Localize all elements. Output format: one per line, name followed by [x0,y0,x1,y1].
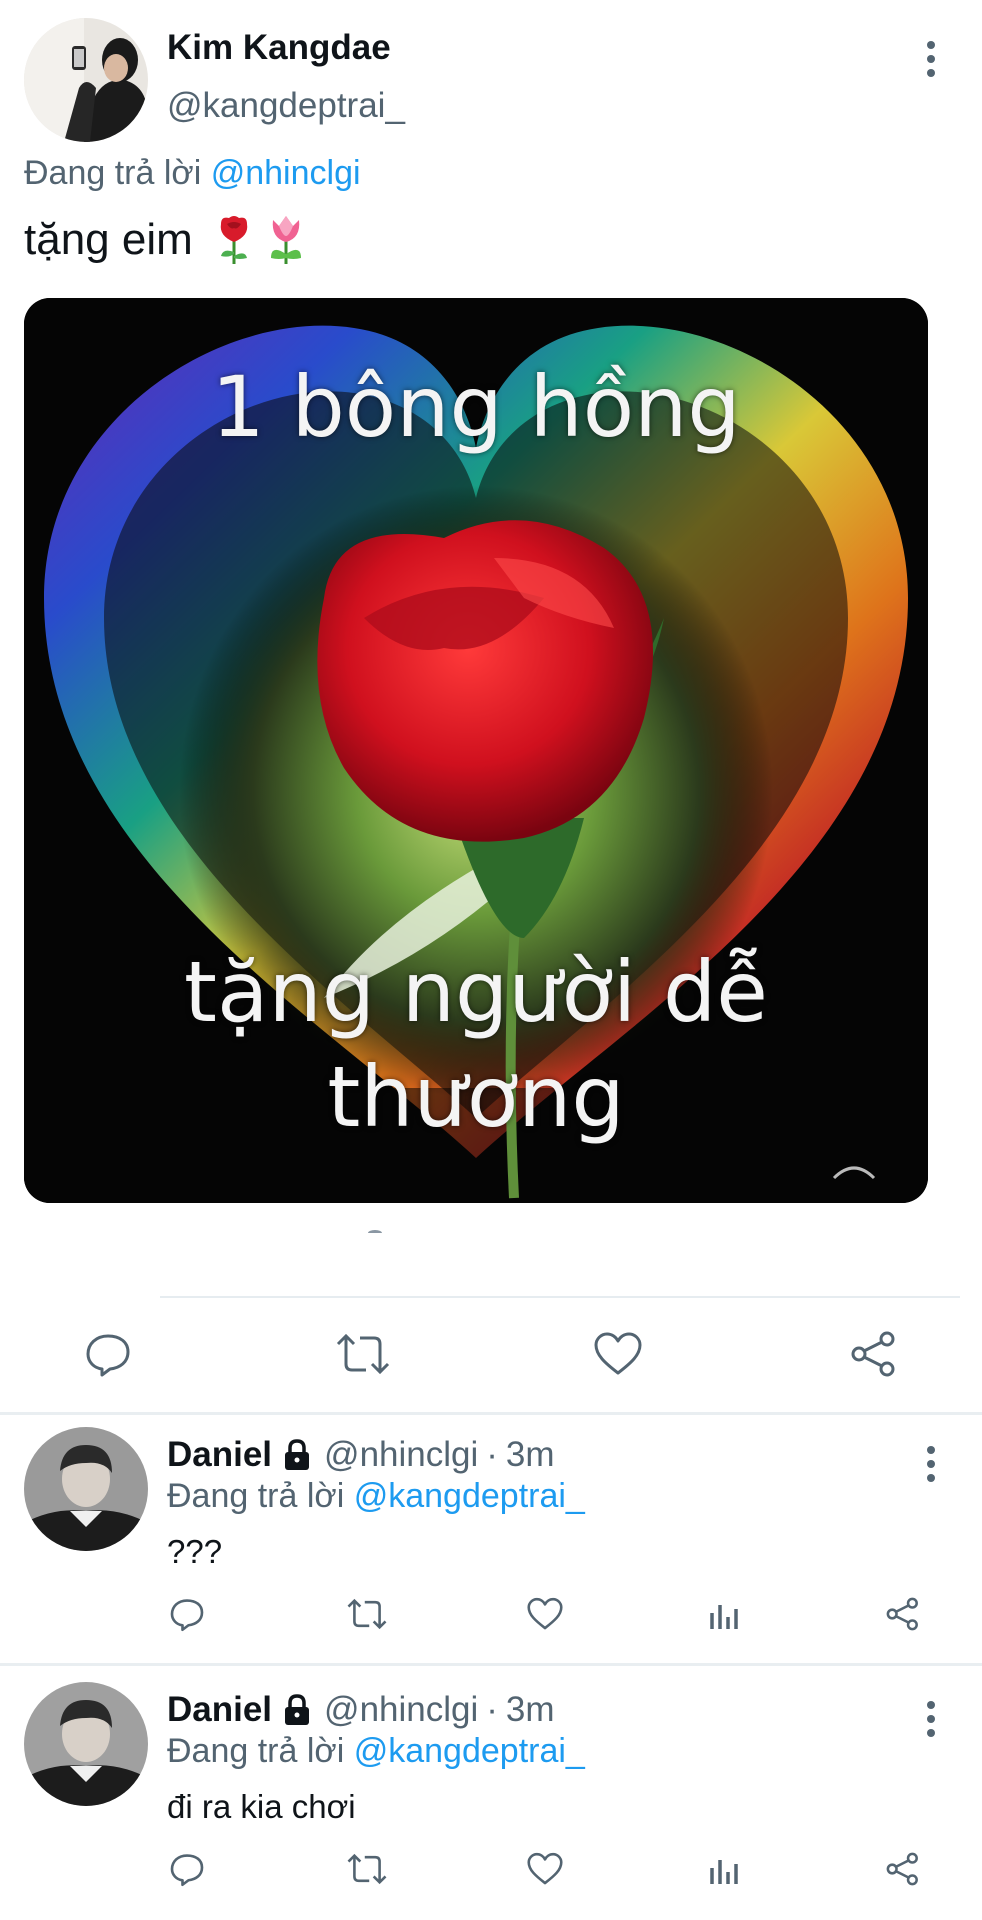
like-icon[interactable] [588,1324,648,1384]
image-caption-line1: 1 bông hồng [211,358,741,456]
reply-timestamp[interactable]: 3m [506,1435,555,1475]
lock-icon [280,1693,314,1727]
reply-avatar[interactable] [24,1682,148,1806]
tweet-text: tặng eim [24,214,307,266]
reply-tweet[interactable]: Daniel @nhinclgi · 3m Đang trả lời @kang… [0,1415,982,1663]
retweet-icon[interactable] [333,1324,393,1384]
reply-icon[interactable] [164,1591,210,1637]
tulip-icon [265,214,307,266]
reply-author-name[interactable]: Daniel [167,1435,272,1475]
reply-icon[interactable] [78,1324,138,1384]
reply-author-name[interactable]: Daniel [167,1690,272,1730]
reply-text: đi ra kia chơi [167,1788,356,1825]
reply-timestamp[interactable]: 3m [506,1690,555,1730]
like-icon[interactable] [522,1591,568,1637]
share-icon[interactable] [880,1846,926,1892]
replying-mention-link[interactable]: @kangdeptrai_ [354,1732,585,1770]
like-icon[interactable] [522,1846,568,1892]
divider [160,1296,960,1298]
analytics-icon[interactable] [702,1846,748,1892]
reply-header: Daniel @nhinclgi · 3m [167,1690,555,1730]
author-name[interactable]: Kim Kangdae [167,28,391,68]
tiny-mark [368,1230,382,1236]
replying-prefix: Đang trả lời [24,154,202,192]
tweet-text-content: tặng eim [24,215,193,264]
reply-header: Daniel @nhinclgi · 3m [167,1435,555,1475]
replying-prefix: Đang trả lời [167,1477,345,1515]
replying-prefix: Đang trả lời [167,1732,345,1770]
reply-avatar[interactable] [24,1427,148,1551]
author-avatar[interactable] [24,18,148,142]
reply-tweet[interactable]: Daniel @nhinclgi · 3m Đang trả lời @kang… [0,1666,982,1920]
replying-mention-link[interactable]: @kangdeptrai_ [354,1477,585,1515]
author-handle[interactable]: @kangdeptrai_ [167,86,405,126]
rose-icon [213,214,255,266]
replying-to: Đang trả lời @kangdeptrai_ [167,1732,585,1771]
tweet-image[interactable]: 1 bông hồng tặng người dễ thương [24,298,928,1203]
retweet-icon[interactable] [344,1846,390,1892]
image-caption-line3: thương [327,1048,625,1146]
reply-author-handle[interactable]: @nhinclgi [324,1435,478,1475]
more-options-icon[interactable] [916,1439,946,1489]
lock-icon [280,1438,314,1472]
replying-mention-link[interactable]: @nhinclgi [211,154,361,192]
more-options-icon[interactable] [916,1694,946,1744]
main-tweet: Kim Kangdae @kangdeptrai_ Đang trả lời @… [0,0,982,1412]
replying-to: Đang trả lời @kangdeptrai_ [167,1477,585,1516]
reply-author-handle[interactable]: @nhinclgi [324,1690,478,1730]
share-icon[interactable] [880,1591,926,1637]
more-options-icon[interactable] [916,34,946,84]
image-caption-line2: tặng người dễ [184,943,768,1041]
share-icon[interactable] [844,1324,904,1384]
retweet-icon[interactable] [344,1591,390,1637]
replying-to: Đang trả lời @nhinclgi [24,154,361,193]
analytics-icon[interactable] [702,1591,748,1637]
dot-separator: · [486,1690,498,1729]
reply-text: ??? [167,1533,223,1570]
dot-separator: · [486,1435,498,1474]
reply-icon[interactable] [164,1846,210,1892]
